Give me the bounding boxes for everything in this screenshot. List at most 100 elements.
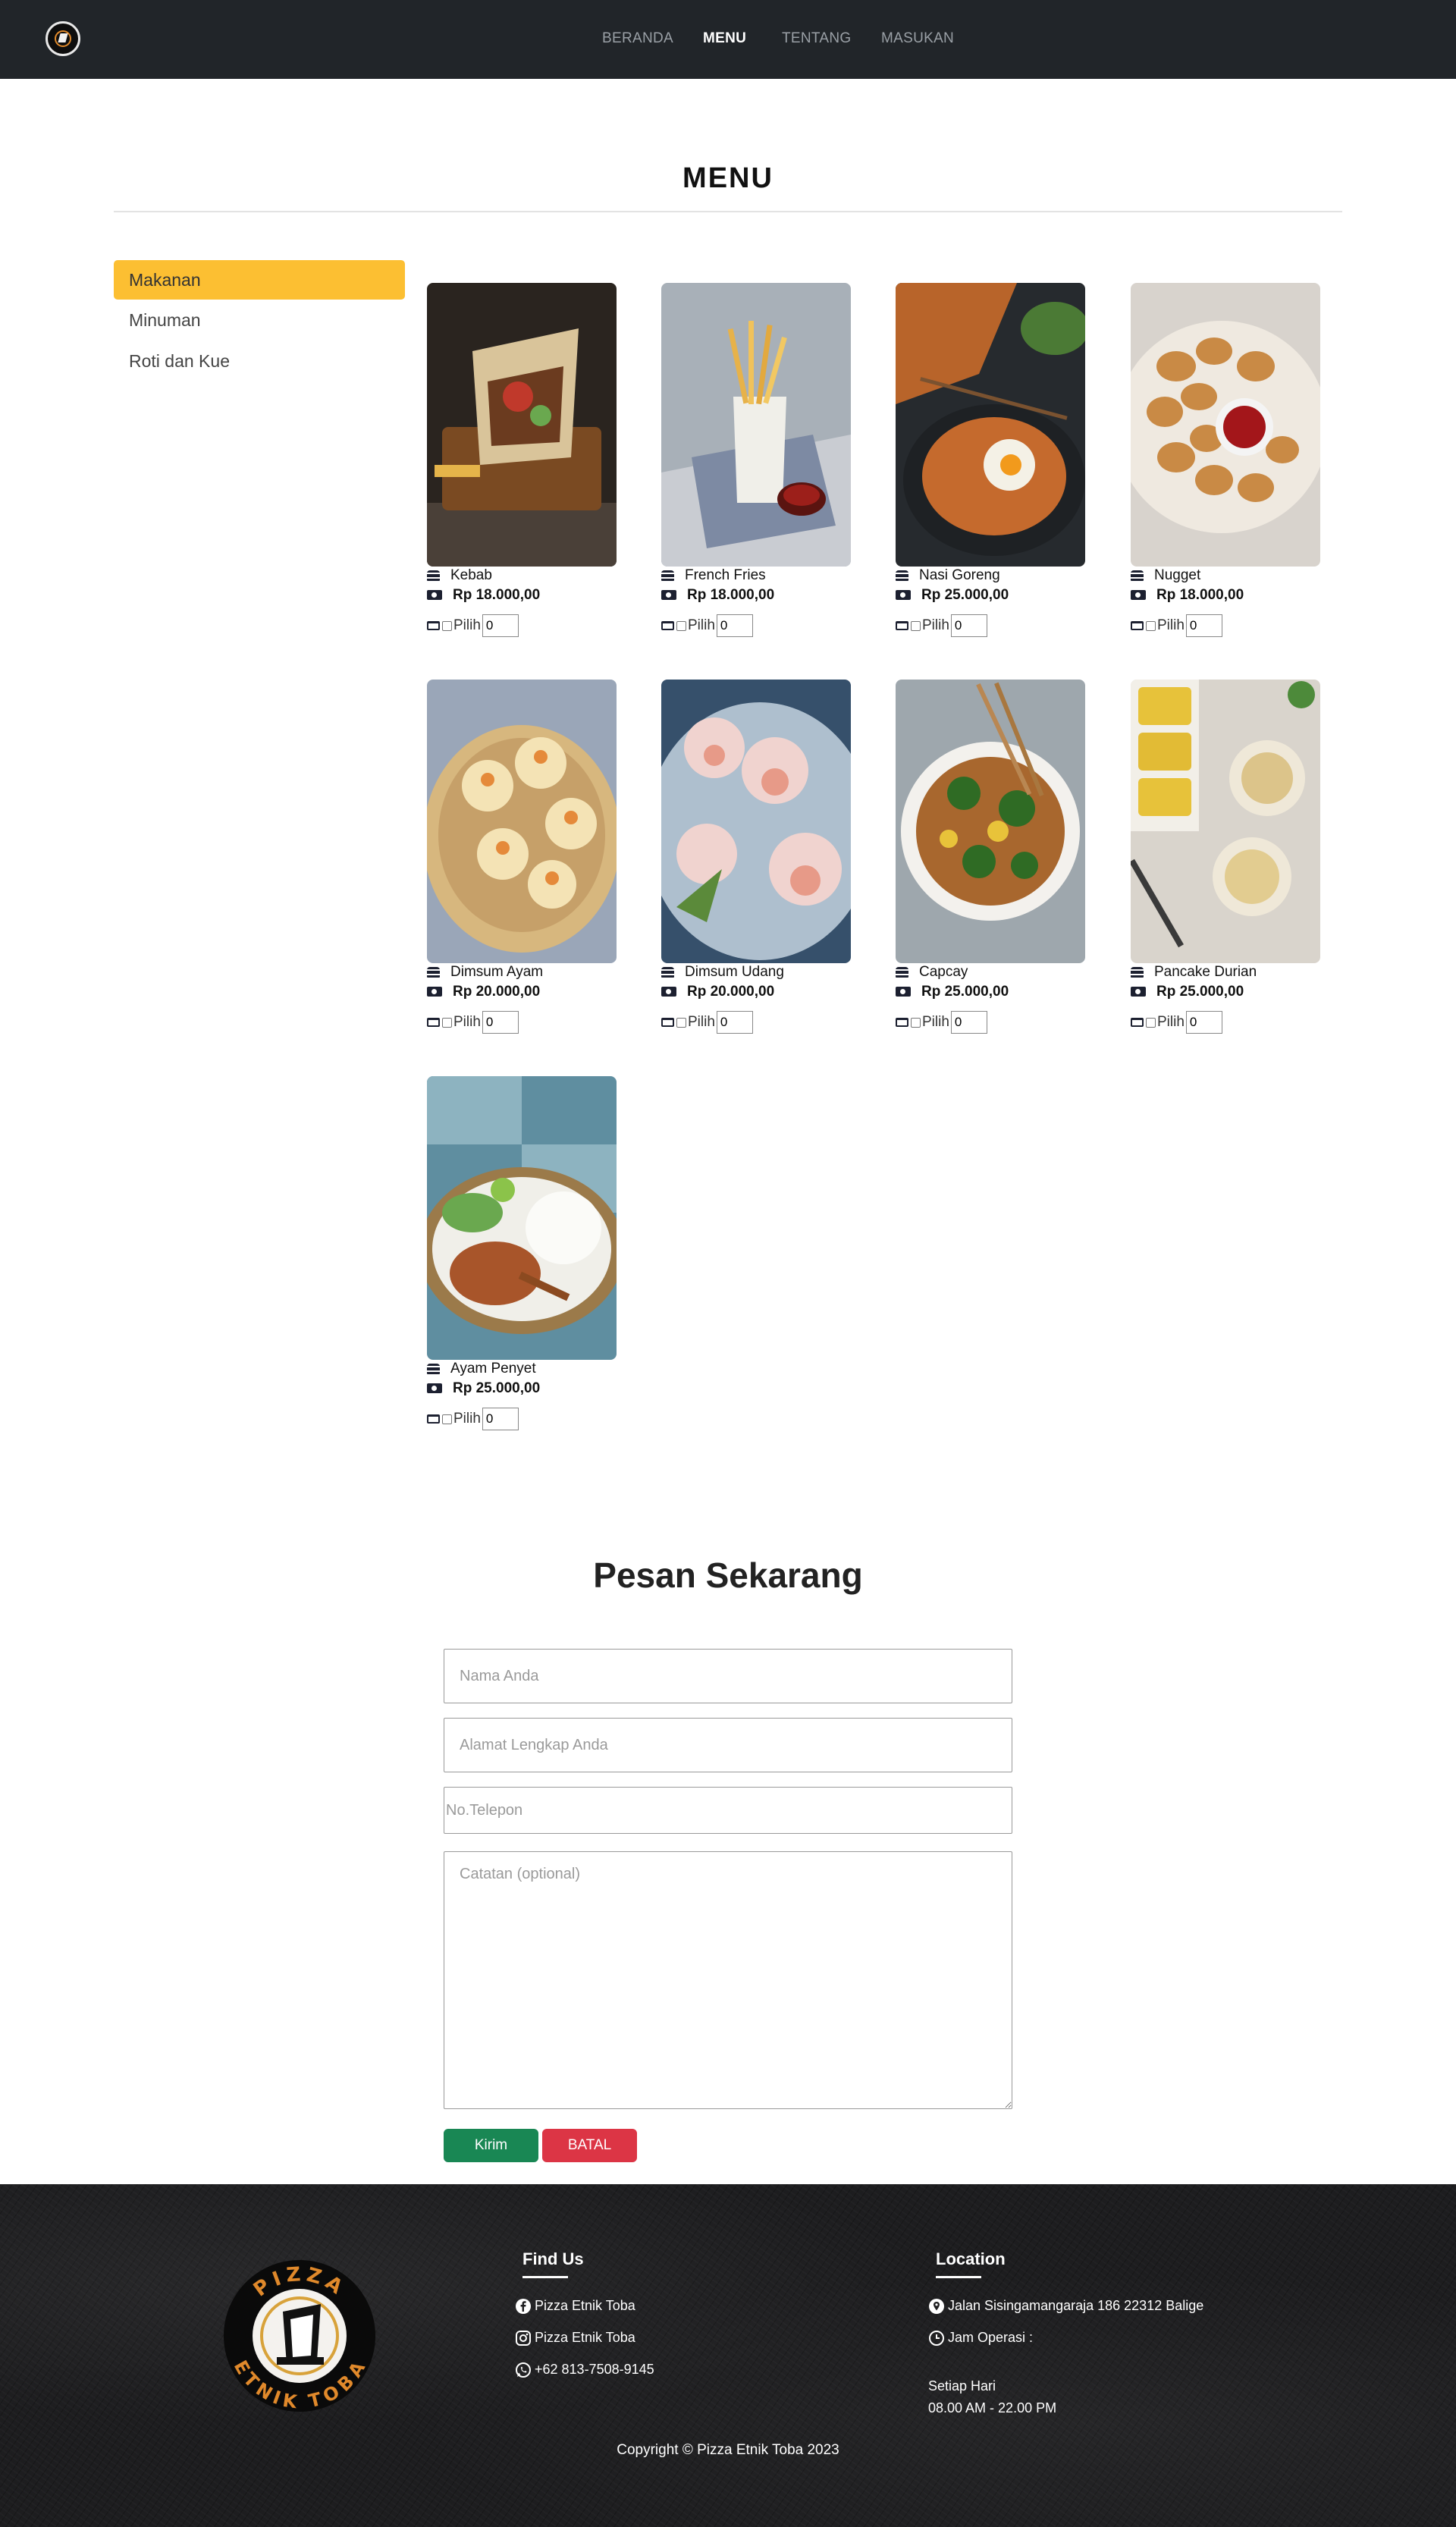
address-input[interactable] bbox=[444, 1718, 1012, 1772]
nav-link-beranda[interactable]: BERANDA bbox=[602, 30, 673, 47]
clock-icon bbox=[929, 2331, 944, 2346]
pick-label: Pilih bbox=[688, 1014, 715, 1030]
product-card-kebab: Kebab Rp 18.000,00 Pilih bbox=[427, 283, 617, 662]
quantity-input[interactable] bbox=[950, 614, 987, 637]
pick-checkbox[interactable] bbox=[911, 1017, 921, 1028]
tray-icon bbox=[427, 1414, 440, 1424]
nasi-goreng-photo[interactable] bbox=[896, 283, 1085, 567]
quantity-input[interactable] bbox=[716, 614, 753, 637]
quantity-input[interactable] bbox=[482, 614, 519, 637]
find-us-heading: Find Us bbox=[522, 2249, 584, 2278]
kebab-photo[interactable] bbox=[427, 283, 617, 567]
copyright-text: Copyright © Pizza Etnik Toba 2023 bbox=[617, 2442, 839, 2458]
pick-checkbox[interactable] bbox=[676, 1017, 686, 1028]
whatsapp-icon bbox=[516, 2362, 531, 2378]
product-price: Rp 25.000,00 bbox=[921, 587, 1009, 603]
quantity-input[interactable] bbox=[1185, 614, 1222, 637]
pick-label: Pilih bbox=[922, 617, 949, 633]
tray-icon bbox=[896, 621, 908, 630]
product-name: Nasi Goreng bbox=[919, 567, 1000, 583]
quantity-input[interactable] bbox=[716, 1011, 753, 1034]
tray-icon bbox=[427, 1018, 440, 1027]
product-name: Nugget bbox=[1154, 567, 1201, 583]
product-name: Dimsum Udang bbox=[685, 964, 784, 980]
order-form-title: Pesan Sekarang bbox=[593, 1555, 863, 1595]
money-icon bbox=[1131, 590, 1146, 601]
product-price: Rp 25.000,00 bbox=[453, 1380, 541, 1396]
french-fries-photo[interactable] bbox=[661, 283, 851, 567]
food-icon bbox=[661, 570, 674, 581]
phone-input[interactable] bbox=[444, 1787, 1012, 1834]
product-price: Rp 18.000,00 bbox=[1156, 587, 1244, 603]
menu-title: MENU bbox=[682, 162, 774, 194]
address-text: Jalan Sisingamangaraja 186 22312 Balige bbox=[948, 2298, 1204, 2313]
quantity-input[interactable] bbox=[1185, 1011, 1222, 1034]
tray-icon bbox=[1131, 621, 1144, 630]
product-price: Rp 20.000,00 bbox=[453, 984, 541, 1000]
product-price: Rp 25.000,00 bbox=[921, 984, 1009, 1000]
nav-link-masukan[interactable]: MASUKAN bbox=[881, 30, 954, 47]
notes-textarea[interactable] bbox=[444, 1851, 1012, 2109]
footer-logo: PIZZA ETNIK TOBA bbox=[222, 2259, 378, 2414]
pancake-durian-photo[interactable] bbox=[1131, 680, 1320, 963]
product-card-ayam-penyet: Ayam Penyet Rp 25.000,00 Pilih bbox=[427, 1076, 617, 1455]
food-icon bbox=[427, 570, 440, 581]
whatsapp-link[interactable]: +62 813-7508-9145 bbox=[515, 2362, 654, 2378]
quantity-input[interactable] bbox=[482, 1408, 519, 1430]
nugget-photo[interactable] bbox=[1131, 283, 1320, 567]
product-name: Ayam Penyet bbox=[450, 1361, 536, 1377]
money-icon bbox=[1131, 987, 1146, 997]
product-card-nasi-goreng: Nasi Goreng Rp 25.000,00 Pilih bbox=[896, 283, 1085, 662]
money-icon bbox=[427, 590, 442, 601]
capcay-photo[interactable] bbox=[896, 680, 1085, 963]
pick-checkbox[interactable] bbox=[1146, 1017, 1156, 1028]
product-card-dimsum-ayam: Dimsum Ayam Rp 20.000,00 Pilih bbox=[427, 680, 617, 1059]
food-icon bbox=[427, 1363, 440, 1374]
food-icon bbox=[1131, 966, 1144, 978]
pick-checkbox[interactable] bbox=[911, 620, 921, 631]
whatsapp-label: +62 813-7508-9145 bbox=[535, 2362, 654, 2377]
product-price: Rp 18.000,00 bbox=[453, 587, 541, 603]
pick-checkbox[interactable] bbox=[442, 1414, 452, 1424]
dimsum-udang-photo[interactable] bbox=[661, 680, 851, 963]
instagram-icon bbox=[516, 2331, 531, 2346]
site-footer: PIZZA ETNIK TOBA Find Us Pizza Etnik Tob… bbox=[0, 2184, 1456, 2527]
dimsum-ayam-photo[interactable] bbox=[427, 680, 617, 963]
pick-checkbox[interactable] bbox=[1146, 620, 1156, 631]
food-icon bbox=[661, 966, 674, 978]
pick-label: Pilih bbox=[688, 617, 715, 633]
product-card-dimsum-udang: Dimsum Udang Rp 20.000,00 Pilih bbox=[661, 680, 851, 1059]
hours-time: 08.00 AM - 22.00 PM bbox=[928, 2400, 1057, 2416]
money-icon bbox=[661, 987, 676, 997]
instagram-link[interactable]: Pizza Etnik Toba bbox=[515, 2330, 635, 2346]
facebook-link[interactable]: Pizza Etnik Toba bbox=[515, 2298, 635, 2315]
quantity-input[interactable] bbox=[482, 1011, 519, 1034]
nav-link-menu[interactable]: MENU bbox=[703, 30, 746, 47]
address-line: Jalan Sisingamangaraja 186 22312 Balige bbox=[928, 2298, 1203, 2315]
product-name: Pancake Durian bbox=[1154, 964, 1257, 980]
product-price: Rp 25.000,00 bbox=[1156, 984, 1244, 1000]
category-makanan[interactable]: Makanan bbox=[114, 260, 405, 300]
category-minuman[interactable]: Minuman bbox=[114, 300, 405, 340]
food-icon bbox=[896, 570, 908, 581]
cancel-button[interactable]: BATAL bbox=[542, 2129, 637, 2162]
ayam-penyet-photo[interactable] bbox=[427, 1076, 617, 1360]
money-icon bbox=[427, 1383, 442, 1394]
pick-checkbox[interactable] bbox=[676, 620, 686, 631]
pick-label: Pilih bbox=[1157, 617, 1185, 633]
category-roti-dan-kue[interactable]: Roti dan Kue bbox=[114, 341, 405, 381]
hours-label-line: Jam Operasi : bbox=[928, 2330, 1033, 2346]
quantity-input[interactable] bbox=[950, 1011, 987, 1034]
tray-icon bbox=[661, 621, 674, 630]
pick-checkbox[interactable] bbox=[442, 620, 452, 631]
submit-button[interactable]: Kirim bbox=[444, 2129, 538, 2162]
nav-link-tentang[interactable]: TENTANG bbox=[782, 30, 851, 47]
food-icon bbox=[1131, 570, 1144, 581]
hours-label: Jam Operasi : bbox=[948, 2330, 1034, 2345]
money-icon bbox=[427, 987, 442, 997]
pick-checkbox[interactable] bbox=[442, 1017, 452, 1028]
hours-days: Setiap Hari bbox=[928, 2378, 996, 2394]
product-price: Rp 20.000,00 bbox=[687, 984, 775, 1000]
money-icon bbox=[896, 590, 911, 601]
name-input[interactable] bbox=[444, 1649, 1012, 1703]
